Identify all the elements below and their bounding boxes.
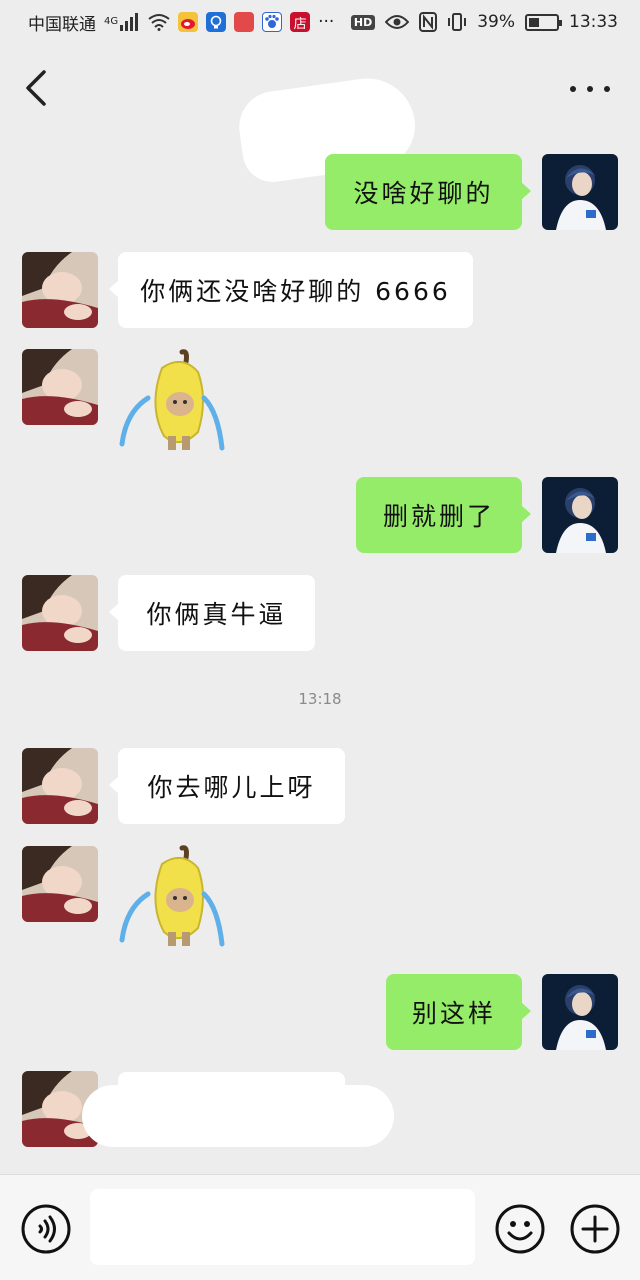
contact-avatar[interactable]	[22, 252, 98, 328]
battery-percent: 39%	[477, 12, 515, 32]
emoji-icon[interactable]	[494, 1203, 546, 1255]
message-bubble-received[interactable]: 你俩真牛逼	[109, 575, 315, 651]
crying-banana-cat-sticker[interactable]	[118, 842, 226, 950]
crying-banana-cat-sticker[interactable]	[118, 346, 226, 454]
contact-avatar[interactable]	[22, 846, 98, 922]
nfc-icon	[419, 12, 438, 32]
message-bubble-sent[interactable]: 没啥好聊的	[325, 154, 531, 230]
message-bubble-sent[interactable]: 别这样	[386, 974, 531, 1050]
plus-icon[interactable]	[569, 1203, 621, 1255]
battery-icon	[525, 13, 562, 31]
contact-avatar[interactable]	[22, 349, 98, 425]
baidu-icon	[262, 12, 283, 32]
network-type: 4G	[104, 15, 119, 27]
battery-fill	[529, 17, 539, 27]
chevron-left-icon[interactable]	[20, 66, 56, 110]
message-bubble-received[interactable]: 你去哪儿上呀	[109, 748, 345, 824]
my-avatar[interactable]	[542, 477, 618, 553]
my-avatar[interactable]	[542, 154, 618, 230]
message-bubble-sent[interactable]: 删就删了	[356, 477, 531, 553]
huawei-icon	[234, 12, 255, 32]
ellipsis-icon[interactable]	[570, 82, 610, 96]
chat-header	[0, 44, 640, 186]
input-bar	[0, 1174, 640, 1280]
bulb-icon	[206, 12, 227, 32]
message-timestamp: 13:18	[298, 690, 342, 708]
voice-icon[interactable]	[20, 1203, 72, 1255]
my-avatar[interactable]	[542, 974, 618, 1050]
carrier-label: 中国联通	[28, 14, 96, 35]
message-input[interactable]	[90, 1189, 475, 1265]
hd-badge: HD	[350, 14, 376, 30]
more-notifications: ···	[318, 12, 335, 32]
contact-avatar[interactable]	[22, 748, 98, 824]
signal-icon	[120, 13, 139, 31]
shop-icon: 店	[290, 12, 311, 32]
status-bar: 中国联通 4G 店 ··· HD 39% 13:33	[0, 0, 640, 44]
weibo-icon	[178, 12, 199, 32]
contact-avatar[interactable]	[22, 575, 98, 651]
clock: 13:33	[569, 12, 618, 32]
redaction-mark	[82, 1085, 394, 1147]
vibrate-icon	[448, 13, 467, 31]
wifi-icon	[148, 14, 170, 31]
eye-icon	[385, 15, 410, 29]
message-bubble-received[interactable]: 你俩还没啥好聊的 6666	[109, 252, 473, 328]
